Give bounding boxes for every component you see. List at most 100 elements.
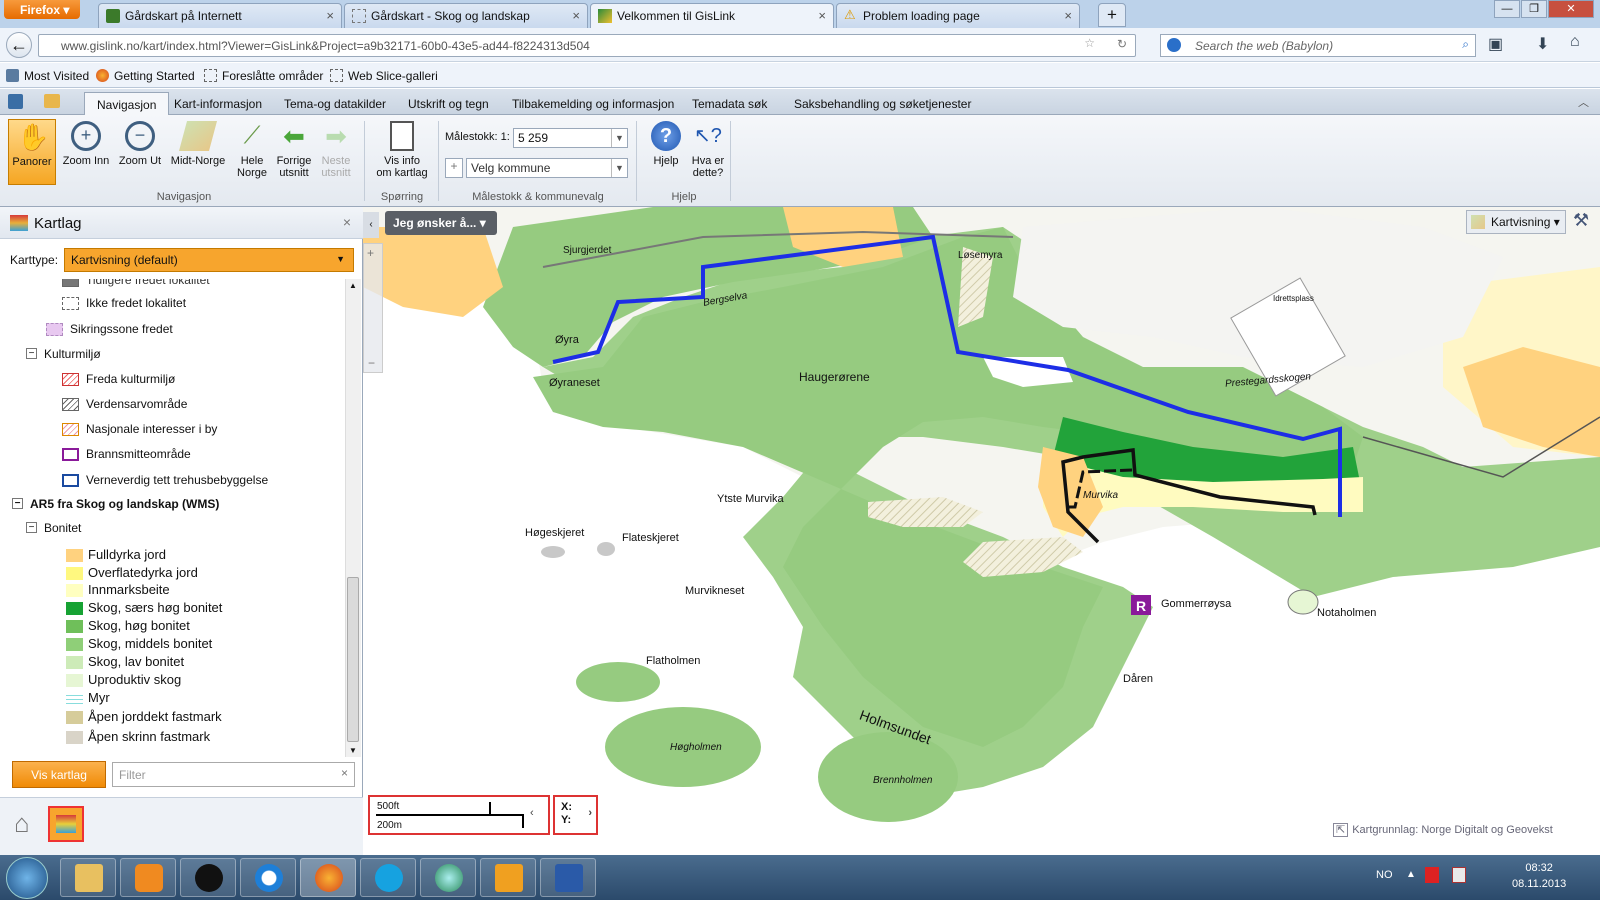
tree-group-ar5[interactable]: − AR5 fra Skog og landskap (WMS) [12, 497, 219, 511]
browser-tab-problem-loading[interactable]: ⚠ Problem loading page × [836, 3, 1080, 28]
media-taskbar-button[interactable] [120, 858, 176, 897]
tab-temadata-sok[interactable]: Temadata søk [680, 92, 779, 115]
tools-icon[interactable]: ⚒ [1573, 210, 1589, 231]
zoom-minus-icon[interactable]: − [368, 356, 375, 370]
maximize-window-button[interactable]: ❐ [1521, 0, 1547, 18]
scroll-down-icon[interactable]: ▼ [349, 746, 357, 755]
scroll-up-icon[interactable]: ▲ [349, 281, 357, 290]
chevron-down-icon[interactable]: ▼ [611, 159, 627, 177]
tab-tema-datakilder[interactable]: Tema-og datakilder [272, 92, 398, 115]
neste-utsnitt-button[interactable]: ➡ Neste utsnitt [312, 119, 360, 185]
start-button-icon[interactable] [6, 857, 48, 899]
forrige-utsnitt-button[interactable]: ⬅ Forrige utsnitt [270, 119, 318, 185]
scale-input[interactable]: 5 259 ▼ [513, 128, 628, 148]
skype-taskbar-button[interactable] [360, 858, 416, 897]
chevron-left-icon[interactable]: ‹ [530, 807, 534, 819]
zoom-inn-button[interactable]: + Zoom Inn [62, 119, 110, 185]
tree-group-kulturmiljo[interactable]: − Kulturmiljø [26, 347, 101, 361]
bookmark-getting-started[interactable]: Getting Started [96, 69, 195, 83]
address-bar[interactable]: www.gislink.no/kart/index.html?Viewer=Gi… [38, 34, 1136, 57]
zoom-slider[interactable]: + − [363, 243, 383, 373]
collapse-icon[interactable]: − [26, 348, 37, 359]
browser-tab-gardskart-internett[interactable]: Gårdskart på Internett × [98, 3, 342, 28]
bookmark-web-slice[interactable]: Web Slice-galleri [330, 69, 438, 83]
explorer-taskbar-button[interactable] [60, 858, 116, 897]
midt-norge-button[interactable]: Midt-Norge [170, 119, 226, 185]
scrollbar-thumb[interactable] [347, 577, 359, 742]
clear-filter-icon[interactable]: × [341, 766, 348, 780]
save-icon[interactable] [8, 94, 23, 109]
list-item[interactable]: Verdensarvområde [62, 397, 187, 411]
kartvisning-dropdown[interactable]: Kartvisning ▾ [1466, 210, 1566, 234]
search-icon[interactable]: ⌕ [1462, 37, 1469, 52]
chevron-down-icon[interactable]: ▼ [611, 129, 627, 147]
close-panel-icon[interactable]: × [343, 214, 351, 230]
add-kommune-button[interactable]: + [445, 158, 463, 178]
bookmarks-menu-icon[interactable]: ▣ [1488, 34, 1503, 54]
close-window-button[interactable]: ✕ [1548, 0, 1594, 18]
open-folder-icon[interactable] [44, 94, 60, 108]
jeg-onsker-menu[interactable]: Jeg ønsker å... ▾ [385, 211, 497, 235]
vis-info-button[interactable]: Vis info om kartlag [374, 119, 430, 185]
close-tab-icon[interactable]: × [1064, 8, 1072, 23]
collapse-icon[interactable]: − [12, 498, 23, 509]
tray-expand-icon[interactable]: ▲ [1406, 869, 1416, 880]
tab-utskrift-tegn[interactable]: Utskrift og tegn [396, 92, 501, 115]
hp-taskbar-button[interactable] [180, 858, 236, 897]
filter-input[interactable]: Filter × [112, 762, 355, 787]
outlook-taskbar-button[interactable] [480, 858, 536, 897]
network-taskbar-button[interactable] [420, 858, 476, 897]
list-item[interactable]: Nasjonale interesser i by [62, 422, 217, 436]
zoom-plus-icon[interactable]: + [367, 246, 374, 260]
collapse-panel-icon[interactable]: ‹ [363, 212, 379, 238]
downloads-icon[interactable]: ⬇ [1536, 34, 1549, 54]
firefox-menu-button[interactable]: Firefox ▾ [4, 0, 80, 19]
acrobat-tray-icon[interactable] [1425, 867, 1439, 883]
system-clock[interactable]: 08:32 08.11.2013 [1512, 860, 1566, 892]
hva-er-dette-button[interactable]: ↖? Hva er dette? [684, 119, 732, 185]
tree-group-bonitet[interactable]: − Bonitet [26, 521, 81, 535]
reload-icon[interactable]: ↻ [1117, 37, 1127, 51]
minimize-window-button[interactable]: — [1494, 0, 1520, 18]
collapse-icon[interactable]: − [26, 522, 37, 533]
list-item[interactable]: Freda kulturmiljø [62, 372, 175, 386]
karttype-select[interactable]: Kartvisning (default) ▼ [64, 248, 354, 272]
tab-kart-informasjon[interactable]: Kart-informasjon [162, 92, 274, 115]
home-icon[interactable]: ⌂ [1570, 33, 1580, 51]
collapse-ribbon-icon[interactable]: ︿ [1578, 94, 1589, 110]
flag-tray-icon[interactable] [1452, 867, 1466, 883]
bookmark-foreslatte[interactable]: Foreslåtte områder [204, 69, 323, 83]
map-canvas[interactable]: R Sjurgjerdet Øyraneset Øyra Bergselva H… [363, 207, 1600, 855]
chevron-down-icon[interactable]: ▼ [336, 254, 345, 264]
home-icon[interactable]: ⌂ [14, 810, 30, 836]
panorer-button[interactable]: ✋ Panorer [8, 119, 56, 185]
language-indicator[interactable]: NO [1376, 869, 1393, 881]
list-item[interactable]: Brannsmitteområde [62, 447, 191, 461]
search-input[interactable]: Search the web (Babylon) ⌕ [1160, 34, 1476, 57]
bookmark-most-visited[interactable]: Most Visited [6, 69, 89, 83]
hele-norge-button[interactable]: ⟋ Hele Norge [228, 119, 276, 185]
tab-tilbakemelding[interactable]: Tilbakemelding og informasjon [500, 92, 686, 115]
tab-navigasjon[interactable]: Navigasjon [84, 92, 170, 115]
list-item[interactable]: Ikke fredet lokalitet [62, 296, 186, 310]
close-tab-icon[interactable]: × [572, 8, 580, 23]
layers-toggle-icon[interactable] [48, 806, 84, 842]
list-item[interactable]: Tidligere fredet lokalitet [62, 279, 210, 287]
bookmark-star-icon[interactable]: ☆ [1084, 36, 1095, 50]
new-tab-button[interactable]: + [1098, 3, 1126, 27]
tab-saksbehandling[interactable]: Saksbehandling og søketjenester [782, 92, 983, 115]
vis-kartlag-button[interactable]: Vis kartlag [12, 761, 106, 788]
word-taskbar-button[interactable] [540, 858, 596, 897]
expand-icon[interactable]: ⇱ [1333, 823, 1349, 837]
chevron-right-icon[interactable]: › [588, 807, 592, 820]
list-item[interactable]: Sikringssone fredet [46, 322, 173, 336]
hjelp-button[interactable]: ? Hjelp [642, 119, 690, 185]
close-tab-icon[interactable]: × [326, 8, 334, 23]
kommune-select[interactable]: Velg kommune ▼ [466, 158, 628, 178]
ie-taskbar-button[interactable] [240, 858, 296, 897]
browser-tab-skog-landskap[interactable]: Gårdskart - Skog og landskap × [344, 3, 588, 28]
list-item[interactable]: Verneverdig tett trehusbebyggelse [62, 473, 268, 487]
firefox-taskbar-button[interactable] [300, 858, 356, 897]
browser-tab-gislink[interactable]: Velkommen til GisLink × [590, 3, 834, 28]
close-tab-icon[interactable]: × [818, 8, 826, 23]
